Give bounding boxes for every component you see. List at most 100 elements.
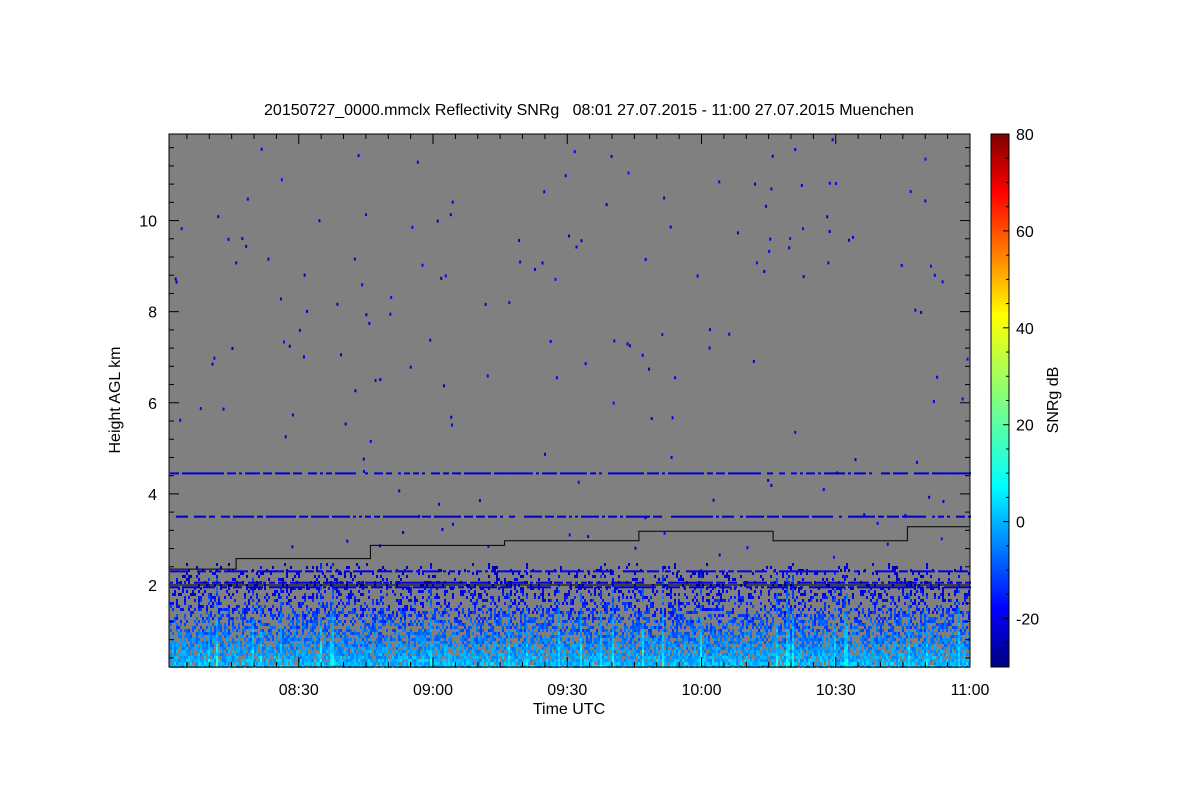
- echo-cell: [508, 650, 510, 653]
- echo-cell: [626, 638, 628, 641]
- echo-cell: [674, 653, 676, 656]
- echo-cell: [518, 632, 520, 635]
- echo-cell: [360, 626, 362, 629]
- echo-cell: [662, 641, 664, 644]
- echo-cell: [368, 596, 370, 599]
- echo-cell: [700, 638, 702, 641]
- echo-cell: [198, 656, 200, 659]
- echo-cell: [218, 650, 220, 653]
- echo-cell: [198, 638, 200, 641]
- echo-cell: [456, 626, 458, 629]
- echo-cell: [780, 629, 782, 632]
- echo-cell: [652, 653, 654, 656]
- echo-cell: [198, 599, 200, 602]
- echo-cell: [404, 629, 406, 632]
- echo-cell: [342, 641, 344, 644]
- echo-cell: [424, 653, 426, 656]
- echo-cell: [744, 641, 746, 644]
- echo-cell: [378, 611, 380, 614]
- echo-cell: [386, 647, 388, 650]
- echo-cell: [610, 653, 612, 656]
- echo-cell: [716, 599, 718, 602]
- echo-cell: [490, 623, 492, 626]
- echo-cell: [408, 653, 410, 656]
- echo-cell: [320, 641, 322, 644]
- echo-cell: [420, 662, 422, 665]
- echo-cell: [710, 653, 712, 656]
- echo-cell: [522, 587, 524, 590]
- echo-cell: [456, 632, 458, 635]
- echo-cell: [280, 656, 282, 659]
- echo-cell: [230, 644, 232, 647]
- echo-cell: [670, 650, 672, 653]
- echo-cell: [266, 635, 268, 638]
- echo-cell: [530, 617, 532, 620]
- echo-cell: [260, 638, 262, 641]
- echo-cell: [360, 653, 362, 656]
- echo-cell: [286, 590, 288, 593]
- echo-cell: [590, 650, 592, 653]
- echo-cell: [302, 662, 304, 665]
- echo-cell: [788, 647, 790, 650]
- echo-cell: [776, 602, 778, 605]
- echo-cell: [242, 623, 244, 626]
- echo-cell: [604, 656, 606, 659]
- echo-cell: [554, 590, 556, 593]
- echo-cell: [642, 578, 644, 581]
- echo-cell: [600, 620, 602, 623]
- echo-cell: [662, 647, 664, 650]
- echo-cell: [438, 638, 440, 641]
- echo-cell: [178, 593, 180, 596]
- echo-cell: [584, 653, 586, 656]
- echo-cell: [578, 641, 580, 644]
- echo-cell: [400, 617, 402, 620]
- echo-cell: [352, 644, 354, 647]
- echo-cell: [180, 632, 182, 635]
- echo-cell: [588, 626, 590, 629]
- echo-cell: [610, 641, 612, 644]
- echo-cell: [346, 596, 348, 599]
- echo-cell: [712, 659, 714, 662]
- echo-cell: [232, 578, 234, 581]
- echo-cell: [170, 644, 172, 647]
- echo-cell: [252, 605, 254, 608]
- echo-cell: [652, 614, 654, 617]
- echo-cell: [224, 635, 226, 638]
- echo-cell: [788, 599, 790, 602]
- echo-cell: [650, 659, 652, 662]
- echo-cell: [568, 638, 570, 641]
- echo-cell: [498, 599, 500, 602]
- echo-cell: [644, 611, 646, 614]
- echo-cell: [634, 593, 636, 596]
- echo-cell: [758, 623, 760, 626]
- echo-cell: [386, 578, 388, 581]
- echo-cell: [238, 653, 240, 656]
- echo-cell: [204, 659, 206, 662]
- echo-cell: [520, 653, 522, 656]
- echo-cell: [720, 620, 722, 623]
- echo-cell: [526, 605, 528, 608]
- echo-cell: [318, 602, 320, 605]
- echo-cell: [582, 602, 584, 605]
- echo-cell: [190, 575, 192, 578]
- echo-cell: [784, 641, 786, 644]
- echo-cell: [246, 605, 248, 608]
- echo-cell: [524, 614, 526, 617]
- echo-cell: [336, 650, 338, 653]
- echo-cell: [192, 656, 194, 659]
- echo-cell: [706, 572, 708, 575]
- echo-cell: [784, 611, 786, 614]
- echo-cell: [654, 662, 656, 665]
- echo-cell: [722, 614, 724, 617]
- echo-cell: [618, 614, 620, 617]
- echo-cell: [426, 632, 428, 635]
- echo-cell: [332, 632, 334, 635]
- echo-cell: [666, 647, 668, 650]
- echo-cell: [438, 635, 440, 638]
- echo-cell: [710, 590, 712, 593]
- echo-cell: [626, 608, 628, 611]
- echo-cell: [336, 635, 338, 638]
- echo-cell: [304, 614, 306, 617]
- echo-cell: [546, 662, 548, 665]
- echo-cell: [252, 659, 254, 662]
